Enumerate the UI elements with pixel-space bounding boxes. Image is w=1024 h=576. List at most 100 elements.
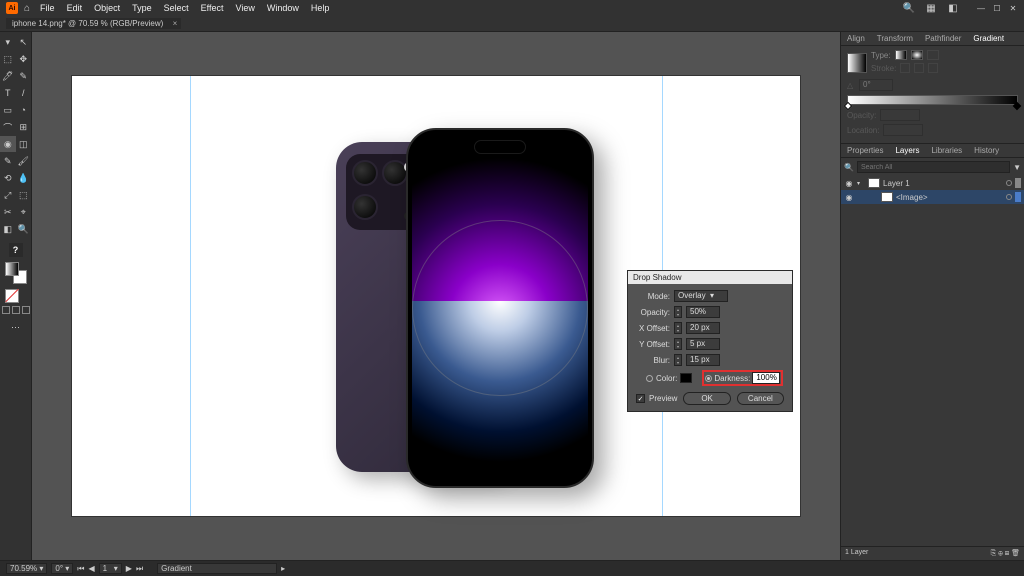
- tool-eyedropper[interactable]: 💧: [16, 170, 32, 186]
- ok-button[interactable]: OK: [683, 392, 730, 405]
- xoffset-field[interactable]: 20 px: [686, 322, 720, 334]
- artboard-prev-icon[interactable]: ⏮: [77, 564, 84, 574]
- tool-measure[interactable]: ⌖: [16, 204, 32, 220]
- tool-rectangle[interactable]: ▭: [0, 102, 16, 118]
- tool-artboard[interactable]: ⬚: [0, 51, 16, 67]
- color-chip[interactable]: [680, 373, 692, 383]
- zoom-field[interactable]: 70.59% ▾: [6, 563, 47, 574]
- tab-align[interactable]: Align: [841, 32, 871, 45]
- freeform-gradient-icon[interactable]: [927, 50, 939, 60]
- maximize-button[interactable]: ☐: [992, 3, 1002, 13]
- layers-actions[interactable]: ⎘ ⊕ ⊞ 🗑: [991, 549, 1020, 558]
- close-window-button[interactable]: ✕: [1008, 3, 1018, 13]
- blur-field[interactable]: 15 px: [686, 354, 720, 366]
- preview-checkbox[interactable]: ✓: [636, 394, 645, 403]
- yoffset-field[interactable]: 5 px: [686, 338, 720, 350]
- search-icon[interactable]: 🔍: [902, 1, 916, 15]
- menu-window[interactable]: Window: [263, 3, 303, 13]
- angle-field[interactable]: 0°: [859, 79, 893, 91]
- menu-object[interactable]: Object: [90, 3, 124, 13]
- tab-libraries[interactable]: Libraries: [925, 144, 968, 157]
- tab-pathfinder[interactable]: Pathfinder: [919, 32, 967, 45]
- tool-scissors[interactable]: ✂: [0, 204, 16, 220]
- artboard-last-icon[interactable]: ⏭: [136, 564, 143, 574]
- menu-help[interactable]: Help: [307, 3, 334, 13]
- status-hint[interactable]: Gradient: [157, 563, 277, 574]
- tab-transform[interactable]: Transform: [871, 32, 919, 45]
- menu-select[interactable]: Select: [160, 3, 193, 13]
- menu-file[interactable]: File: [36, 3, 59, 13]
- tool-rotate[interactable]: ⟲: [0, 170, 16, 186]
- visibility-icon[interactable]: ◉: [844, 179, 854, 188]
- tool-pen[interactable]: 🖊: [0, 68, 16, 84]
- xoffset-stepper[interactable]: ▴▾: [674, 322, 682, 334]
- blur-stepper[interactable]: ▴▾: [674, 354, 682, 366]
- tool-ellipse[interactable]: ◔: [16, 102, 32, 118]
- tab-properties[interactable]: Properties: [841, 144, 889, 157]
- tool-gradient[interactable]: ◉: [0, 136, 16, 152]
- tab-gradient[interactable]: Gradient: [967, 32, 1010, 45]
- opacity-field[interactable]: 50%: [686, 306, 720, 318]
- search-layers-icon[interactable]: 🔍: [844, 163, 854, 172]
- cancel-button[interactable]: Cancel: [737, 392, 784, 405]
- tab-history[interactable]: History: [968, 144, 1005, 157]
- tool-scale[interactable]: ⤢: [0, 187, 16, 203]
- tool-curvature[interactable]: ✎: [16, 68, 32, 84]
- arrange-icon[interactable]: ▦: [924, 1, 938, 15]
- target-icon[interactable]: [1006, 194, 1012, 200]
- twisty-icon[interactable]: ▾: [857, 180, 865, 187]
- opacity-stepper[interactable]: ▴▾: [674, 306, 682, 318]
- home-icon[interactable]: ⌂: [24, 3, 30, 14]
- gp-location-field[interactable]: [883, 124, 923, 136]
- tool-line[interactable]: /: [16, 85, 32, 101]
- draw-modes[interactable]: [2, 306, 30, 314]
- tool-brush[interactable]: 🖌: [16, 153, 32, 169]
- tool-shaper[interactable]: ⌒: [0, 119, 16, 135]
- menu-effect[interactable]: Effect: [197, 3, 228, 13]
- target-icon[interactable]: [1006, 180, 1012, 186]
- tool-perspective[interactable]: ◫: [16, 136, 32, 152]
- menu-view[interactable]: View: [231, 3, 258, 13]
- filter-layers-icon[interactable]: ▼: [1013, 163, 1021, 172]
- fill-stroke-swatch[interactable]: [5, 262, 27, 284]
- menu-type[interactable]: Type: [128, 3, 156, 13]
- mode-select[interactable]: Overlay ▾: [674, 290, 728, 302]
- minimize-button[interactable]: —: [976, 3, 986, 13]
- tool-pencil[interactable]: ✎: [0, 153, 16, 169]
- search-layers-input[interactable]: [857, 161, 1010, 173]
- tab-layers[interactable]: Layers: [889, 144, 925, 157]
- gp-opacity-field[interactable]: [880, 109, 920, 121]
- gradient-preview[interactable]: [847, 53, 867, 73]
- rotate-field[interactable]: 0° ▾: [51, 563, 73, 574]
- radial-gradient-icon[interactable]: [911, 50, 923, 60]
- close-tab-icon[interactable]: ×: [173, 19, 178, 28]
- color-radio[interactable]: [646, 375, 653, 382]
- workspace-icon[interactable]: ◧: [946, 1, 960, 15]
- tool-graph[interactable]: ⊞: [16, 119, 32, 135]
- tool-select[interactable]: ▾: [0, 34, 16, 50]
- visibility-icon[interactable]: ◉: [844, 193, 854, 202]
- status-menu-icon[interactable]: ▸: [281, 564, 285, 573]
- tool-zoom[interactable]: 🔍: [16, 221, 32, 237]
- tool-blend[interactable]: ◧: [0, 221, 16, 237]
- tool-free-transform[interactable]: ✥: [16, 51, 32, 67]
- document-tab[interactable]: iphone 14.png* @ 70.59 % (RGB/Preview) ×: [6, 18, 181, 29]
- tool-width[interactable]: ⬚: [16, 187, 32, 203]
- edit-toolbar-icon[interactable]: ⋯: [8, 319, 24, 335]
- darkness-field[interactable]: 100%: [752, 372, 780, 384]
- tool-help[interactable]: ?: [9, 243, 23, 257]
- tool-type[interactable]: T: [0, 85, 16, 101]
- canvas[interactable]: Drop Shadow Mode: Overlay ▾ Opacity: ▴▾ …: [32, 32, 840, 560]
- artboard-fwd-icon[interactable]: ▶: [126, 564, 132, 573]
- swap-default-swatch[interactable]: [5, 289, 27, 303]
- artboard-back-icon[interactable]: ◀: [89, 564, 95, 573]
- linear-gradient-icon[interactable]: [895, 50, 907, 60]
- darkness-radio[interactable]: [705, 375, 712, 382]
- layer-row[interactable]: ◉ <Image>: [841, 190, 1024, 204]
- gradient-slider[interactable]: [847, 95, 1018, 105]
- yoffset-stepper[interactable]: ▴▾: [674, 338, 682, 350]
- tool-direct-select[interactable]: ↖: [16, 34, 32, 50]
- artboard-nav-field[interactable]: 1 ▾: [99, 563, 122, 574]
- menu-edit[interactable]: Edit: [63, 3, 87, 13]
- layer-row[interactable]: ◉ ▾ Layer 1: [841, 176, 1024, 190]
